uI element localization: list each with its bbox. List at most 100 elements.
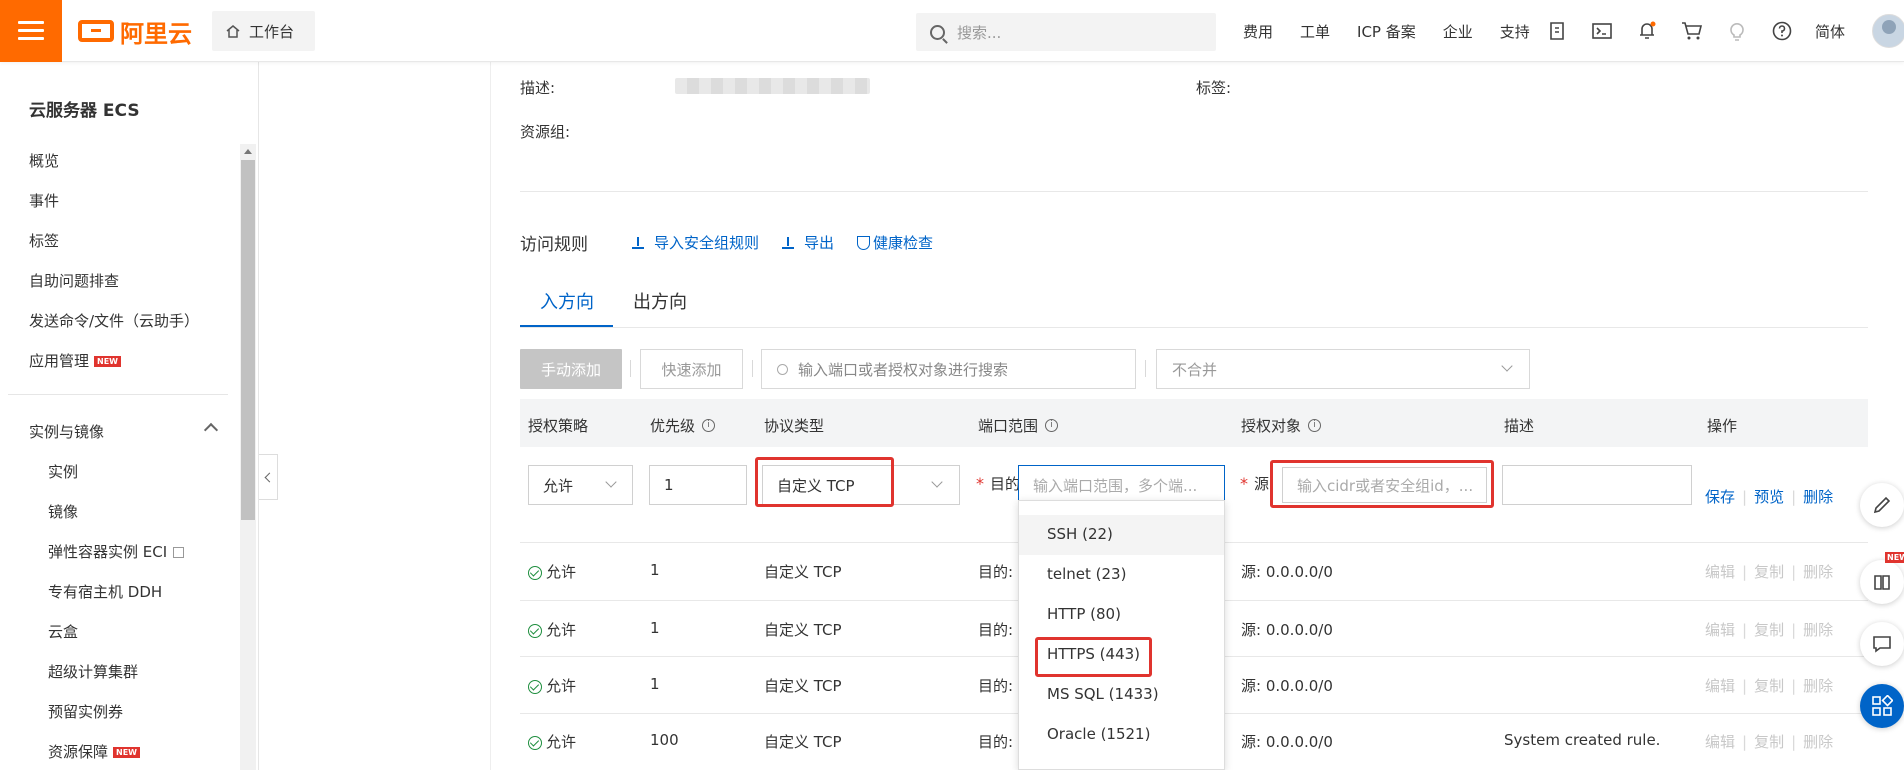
sidebar-item-label: 实例 [48,463,79,481]
aliyun-logo-mark-icon [78,20,114,42]
workbench-button[interactable]: 工作台 [212,11,315,51]
lightbulb-icon[interactable] [1726,20,1748,42]
sidebar-item-ddh[interactable]: 专有宿主机 DDH [48,581,162,602]
edit-button[interactable]: 编辑 [1705,733,1735,751]
highlight-box-protocol [755,457,894,507]
copy-button[interactable]: 复制 [1754,621,1784,639]
sidebar-item-label: 应用管理 [29,352,90,370]
user-avatar[interactable] [1872,14,1904,48]
sidebar-item-troubleshoot[interactable]: 自助问题排查 [29,270,119,291]
quick-add-button[interactable]: 快速添加 [640,349,743,389]
info-icon[interactable]: i [702,419,716,432]
priority-input[interactable]: 1 [649,465,747,505]
language-switch[interactable]: 简体 [1815,21,1845,42]
scroll-up-arrow-icon[interactable] [244,149,252,154]
info-icon[interactable]: i [1308,419,1322,432]
delete-button[interactable]: 删除 [1803,677,1833,695]
aliyun-logo[interactable]: 阿里云 [78,14,192,48]
sidebar-item-scc[interactable]: 超级计算集群 [48,661,138,682]
logo-text: 阿里云 [120,19,192,48]
export-icon [782,236,794,249]
edit-button[interactable]: 编辑 [1705,621,1735,639]
copy-button[interactable]: 复制 [1754,733,1784,751]
sidebar-item-app-management[interactable]: 应用管理 NEW [29,350,121,371]
search-placeholder: 搜索... [957,23,1002,42]
copy-button[interactable]: 复制 [1754,677,1784,695]
shield-check-icon [857,235,870,250]
tab-outbound[interactable]: 出方向 [633,288,687,314]
blurred-description-value [675,78,870,94]
delete-button[interactable]: 删除 [1803,563,1833,581]
export-link[interactable]: 导出 [782,232,834,253]
delete-button[interactable]: 删除 [1803,733,1833,751]
sidebar-item-instances[interactable]: 实例 [48,461,78,482]
column-header-label: 授权策略 [528,417,589,435]
source-cell: 源: 0.0.0.0/0 [1241,621,1333,639]
port-option-mssql[interactable]: MS SQL (1433) [1047,685,1159,703]
edit-button[interactable]: 编辑 [1705,563,1735,581]
bell-icon[interactable] [1636,20,1658,42]
sidebar-item-tags[interactable]: 标签 [29,230,59,251]
sidebar-item-reserved-instances[interactable]: 预留实例券 [48,701,123,722]
tab-inbound[interactable]: 入方向 [540,288,594,314]
rule-search-input[interactable]: 输入端口或者授权对象进行搜索 [761,349,1136,389]
sidebar-scrollbar[interactable] [240,144,256,770]
policy-select[interactable]: 允许 [528,465,633,505]
top-link-icp[interactable]: ICP 备案 [1357,21,1416,42]
top-navigation-bar: 阿里云 工作台 搜索... 费用 工单 ICP 备案 企业 支持 简体 [0,0,1904,62]
edit-button[interactable]: 编辑 [1705,677,1735,695]
port-option-http[interactable]: HTTP (80) [1047,605,1121,623]
edit-feedback-button[interactable] [1860,483,1904,527]
copy-button[interactable]: 复制 [1754,563,1784,581]
port-option-ssh[interactable]: SSH (22) [1047,525,1113,543]
top-link-enterprise[interactable]: 企业 [1443,21,1473,42]
new-badge: NEW [94,356,121,367]
top-link-support[interactable]: 支持 [1500,21,1530,42]
apps-button[interactable] [1860,684,1904,728]
sidebar-group-instances-images[interactable]: 实例与镜像 [29,421,104,442]
delete-button[interactable]: 删除 [1803,488,1833,506]
port-option-oracle[interactable]: Oracle (1521) [1047,725,1150,743]
save-button[interactable]: 保存 [1705,488,1735,506]
sidebar-item-label: 资源保障 [48,743,109,761]
health-check-link[interactable]: 健康检查 [857,232,933,253]
terminal-icon[interactable] [1591,20,1613,42]
sidebar-item-overview[interactable]: 概览 [29,150,59,171]
preview-button[interactable]: 预览 [1754,488,1784,506]
app-icon[interactable] [1546,20,1568,42]
grid-icon [1872,695,1893,716]
import-rules-link[interactable]: 导入安全组规则 [632,232,759,253]
help-icon[interactable] [1771,20,1793,42]
check-circle-icon [528,565,542,580]
top-link-tickets[interactable]: 工单 [1300,21,1330,42]
sidebar-item-cloudbox[interactable]: 云盒 [48,621,78,642]
sidebar-collapse-button[interactable] [259,454,278,500]
info-icon[interactable]: i [1045,419,1059,432]
op-separator: | [1742,563,1748,581]
sidebar-item-events[interactable]: 事件 [29,190,59,211]
port-range-input[interactable]: 输入端口范围，多个端... [1018,465,1225,505]
policy-value: 允许 [546,733,577,751]
tags-label: 标签: [1196,79,1232,97]
port-option-telnet[interactable]: telnet (23) [1047,565,1126,583]
global-search-input[interactable]: 搜索... [916,13,1216,51]
top-link-billing[interactable]: 费用 [1243,21,1273,42]
chevron-up-icon[interactable] [203,422,219,438]
column-header-port-range: 端口范围 i [978,415,1059,436]
merge-select[interactable]: 不合并 [1156,349,1530,389]
description-input[interactable] [1502,465,1692,505]
sidebar-item-eci[interactable]: 弹性容器实例 ECI [48,541,185,562]
policy-select-value: 允许 [543,476,574,495]
table-header [520,399,1868,447]
sidebar-item-send-command[interactable]: 发送命令/文件（云助手） [29,310,199,331]
delete-button[interactable]: 删除 [1803,621,1833,639]
hamburger-menu-button[interactable] [0,0,62,62]
sidebar-item-images[interactable]: 镜像 [48,501,78,522]
chat-button[interactable] [1860,622,1904,666]
cart-icon[interactable] [1681,20,1703,42]
sidebar-item-resource-assurance[interactable]: 资源保障 NEW [48,741,140,762]
toolbar-separator [1145,360,1146,377]
manual-add-button[interactable]: 手动添加 [520,349,622,389]
guide-button[interactable] [1860,560,1904,604]
scrollbar-thumb[interactable] [241,160,255,520]
